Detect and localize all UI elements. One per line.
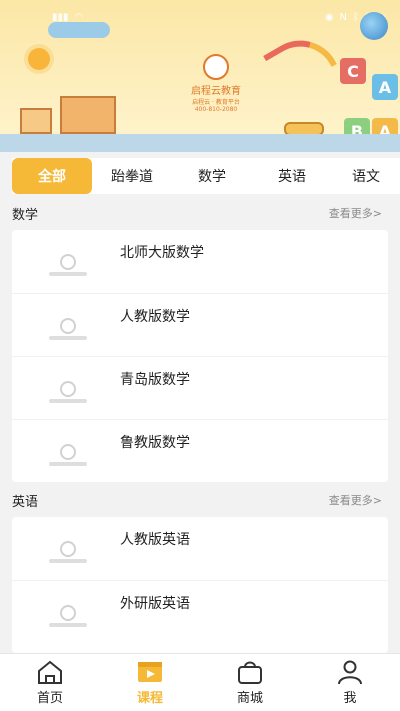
section-title-math: 数学 [12, 208, 39, 223]
nav-home-label: 首页 [36, 691, 63, 706]
course-title: 北师大版数学 [120, 245, 204, 261]
course-thumbnail-icon [38, 248, 98, 282]
letter-block: A [372, 74, 398, 100]
list-item[interactable]: 北师大版数学 [12, 230, 388, 293]
bag-icon [238, 661, 262, 684]
nav-home[interactable]: 首页 [0, 654, 100, 711]
course-title: 人教版数学 [120, 309, 190, 325]
status-left: ▮▮▮ ◠ [52, 12, 83, 23]
course-title: 青岛版数学 [120, 372, 190, 388]
course-title: 人教版英语 [120, 532, 190, 548]
nav-mall-label: 商城 [236, 691, 263, 706]
nav-me[interactable]: 我 [300, 654, 400, 711]
nav-course[interactable]: 课程 [100, 654, 200, 711]
course-thumbnail-icon [38, 535, 98, 569]
eye-icon: ◉ [324, 11, 334, 23]
course-list-english: 人教版英语 外研版英语 [12, 517, 388, 653]
balloon-icon [360, 12, 388, 40]
logo-mark-icon [203, 54, 229, 80]
brand-logo: 启程云教育 启程云 · 教育平台 400-810-2080 [176, 54, 256, 113]
user-icon [338, 660, 362, 685]
list-item[interactable]: 鲁教版数学 [12, 419, 388, 482]
airplane-icon [48, 22, 110, 38]
list-item[interactable]: 青岛版数学 [12, 356, 388, 419]
course-title: 鲁教版数学 [120, 435, 190, 451]
course-thumbnail-icon [38, 438, 98, 472]
home-icon [38, 660, 62, 684]
course-thumbnail-icon [38, 599, 98, 633]
category-tabs: 全部 跆拳道 数学 英语 语文 [12, 158, 400, 194]
bottom-nav: 首页 课程 商城 我 [0, 653, 400, 711]
nav-mall[interactable]: 商城 [200, 654, 300, 711]
section-title-english: 英语 [12, 495, 39, 510]
signal-icon: ▮▮▮ [52, 11, 69, 23]
video-icon [138, 662, 162, 682]
course-title: 外研版英语 [120, 596, 190, 612]
sun-icon [28, 48, 50, 70]
nav-me-label: 我 [343, 691, 357, 706]
header-banner: ▮▮▮ ◠ ◉ N ᛒ ▯ ▭ 启程云教育 启程云 · 教育平台 400-810… [0, 0, 400, 152]
letter-block: C [340, 58, 366, 84]
wifi-icon: ◠ [74, 11, 84, 23]
nfc-icon: N [339, 11, 348, 23]
tab-chinese[interactable]: 语文 [332, 158, 400, 194]
course-thumbnail-icon [38, 312, 98, 346]
banner-ground [0, 134, 400, 152]
logo-sub: 启程云 · 教育平台 [192, 99, 240, 106]
list-item[interactable]: 人教版数学 [12, 293, 388, 356]
more-link-english[interactable]: 查看更多> [329, 492, 382, 508]
logo-phone: 400-810-2080 [194, 106, 238, 113]
course-list-math: 北师大版数学 人教版数学 青岛版数学 鲁教版数学 [12, 230, 388, 482]
tab-taekwondo[interactable]: 跆拳道 [92, 158, 172, 194]
tab-english[interactable]: 英语 [252, 158, 332, 194]
nav-course-label: 课程 [136, 691, 163, 706]
bluetooth-icon: ᛒ [353, 11, 360, 23]
school-building-icon [60, 96, 116, 134]
house-icon [20, 108, 52, 134]
list-item[interactable]: 人教版英语 [12, 517, 388, 580]
list-item[interactable]: 外研版英语 [12, 580, 388, 643]
tab-all[interactable]: 全部 [12, 158, 92, 194]
tab-math[interactable]: 数学 [172, 158, 252, 194]
logo-text: 启程云教育 [191, 86, 241, 97]
more-link-math[interactable]: 查看更多> [329, 205, 382, 221]
course-thumbnail-icon [38, 375, 98, 409]
